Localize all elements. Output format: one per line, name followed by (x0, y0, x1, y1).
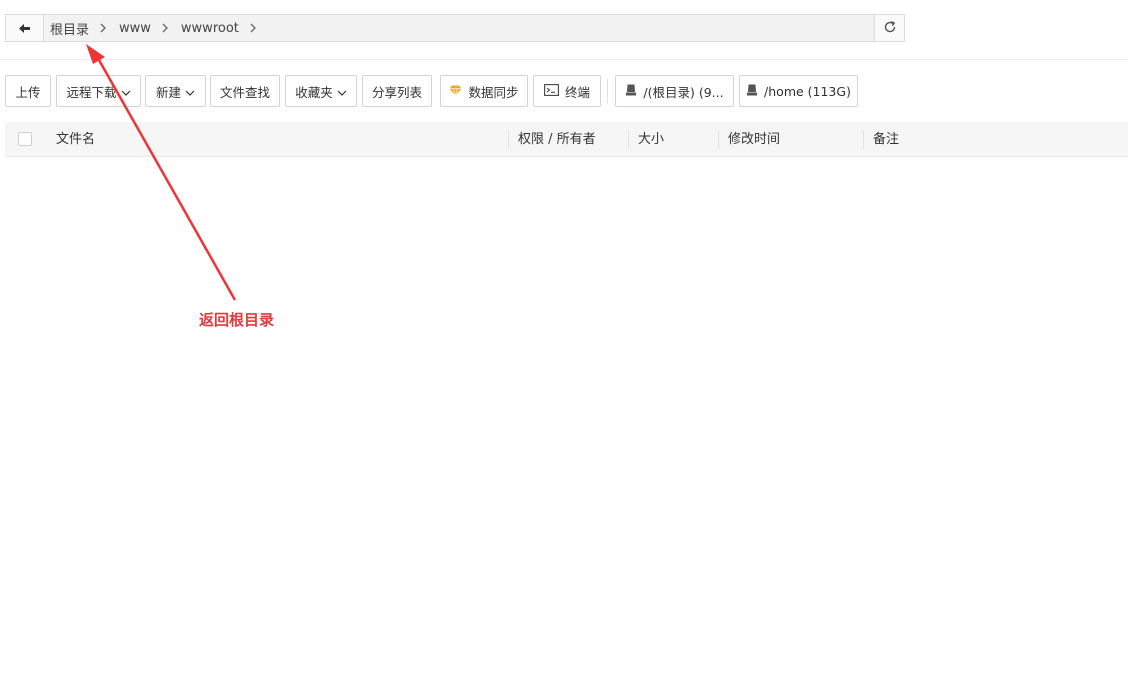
annotation-label: 返回根目录 (199, 311, 275, 329)
annotation-arrow (86, 44, 237, 301)
